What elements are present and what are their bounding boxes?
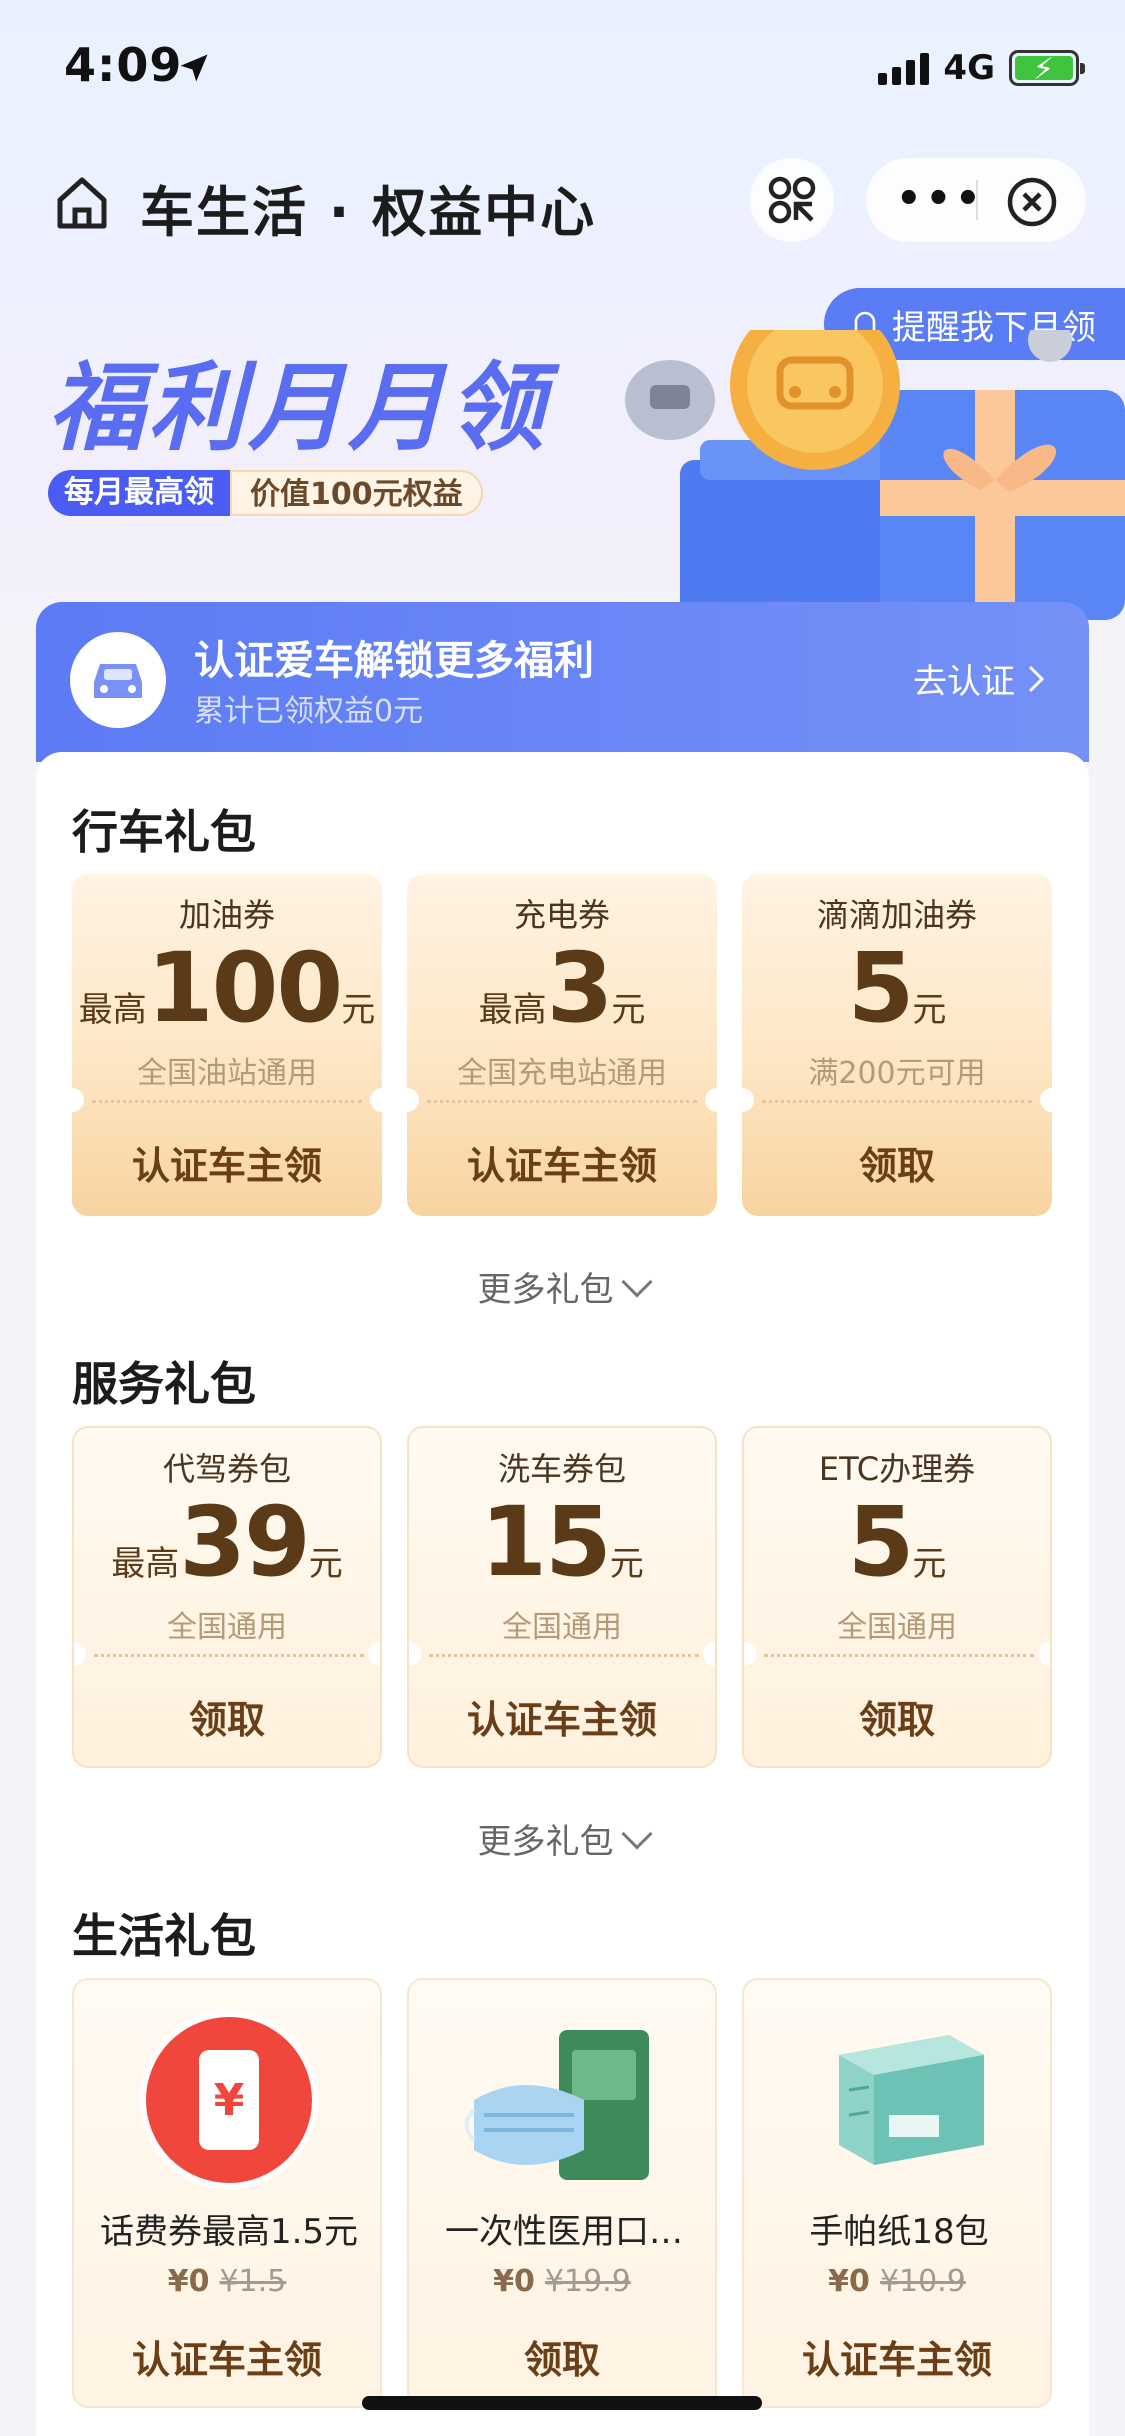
page-title: 车生活 · 权益中心 <box>140 181 597 244</box>
chevron-down-icon <box>620 1818 653 1850</box>
banner-value: 价值100元权益 <box>230 470 483 516</box>
product-price: ¥0 ¥10.9 <box>828 2264 966 2299</box>
home-indicator <box>362 2396 762 2410</box>
coupon-action-button[interactable]: 领取 <box>74 1680 380 1760</box>
scan-button[interactable] <box>750 158 834 242</box>
svg-text:¥: ¥ <box>214 2075 245 2126</box>
more-options-icon[interactable]: ••• <box>896 176 985 222</box>
coupon-action-button[interactable]: 认证车主领 <box>72 1126 382 1206</box>
product-price: ¥0 ¥1.5 <box>167 2264 287 2299</box>
coupon-amount: 最高3元 <box>478 932 646 1044</box>
more-label: 更多礼包 <box>477 1270 614 1310</box>
scan-icon <box>768 176 816 224</box>
car-icon <box>94 664 142 698</box>
chevron-right-icon <box>1028 665 1045 692</box>
coupon-card[interactable]: 加油券 最高100元 全国油站通用 认证车主领 <box>72 874 382 1216</box>
coupon-name: 加油券 <box>178 896 275 934</box>
banner-subtitle: 每月最高领 价值100元权益 <box>48 470 483 516</box>
product-card[interactable]: 一次性医用口… ¥0 ¥19.9 领取 <box>407 1978 717 2408</box>
chevron-down-icon <box>620 1266 653 1298</box>
face-mask-icon <box>464 2010 664 2190</box>
coupon-name: 洗车券包 <box>497 1450 626 1488</box>
coupon-amount: 最高100元 <box>78 932 376 1044</box>
coupon-name: ETC办理券 <box>818 1450 976 1488</box>
coupon-amount: 15元 <box>480 1486 644 1598</box>
product-card[interactable]: ¥ 话费券最高1.5元 ¥0 ¥1.5 认证车主领 <box>72 1978 382 2408</box>
battery-charging-icon: ⚡ <box>1009 50 1085 87</box>
coupon-action-button[interactable]: 认证车主领 <box>407 1126 717 1206</box>
product-price: ¥0 ¥19.9 <box>493 2264 631 2299</box>
go-certify-label: 去认证 <box>913 662 1015 702</box>
coupon-card[interactable]: ETC办理券 5元 全国通用 领取 <box>742 1426 1052 1768</box>
coupon-card[interactable]: 洗车券包 15元 全国通用 认证车主领 <box>407 1426 717 1768</box>
mini-program-capsule: ••• <box>866 158 1086 242</box>
more-service-packages[interactable]: 更多礼包 <box>0 1814 1125 1863</box>
coupon-amount: 5元 <box>847 932 947 1044</box>
close-icon[interactable] <box>1006 176 1058 228</box>
product-action-button[interactable]: 认证车主领 <box>74 2322 380 2398</box>
home-icon[interactable] <box>50 170 114 234</box>
banner-title: 福利月月领 <box>48 352 548 464</box>
product-name: 一次性医用口… <box>445 2212 683 2252</box>
coupon-desc: 全国通用 <box>502 1610 622 1645</box>
status-bar: 4:09 4G ⚡ <box>0 0 1125 140</box>
product-name: 手帕纸18包 <box>809 2212 989 2252</box>
product-action-button[interactable]: 领取 <box>409 2322 715 2398</box>
coupon-name: 充电券 <box>513 896 610 934</box>
section-title-service: 服务礼包 <box>72 1357 256 1411</box>
coupon-desc: 全国通用 <box>837 1610 957 1645</box>
network-type: 4G <box>943 48 995 88</box>
coupon-card[interactable]: 滴滴加油券 5元 满200元可用 领取 <box>742 874 1052 1216</box>
coupon-desc: 全国充电站通用 <box>457 1056 667 1091</box>
more-driving-packages[interactable]: 更多礼包 <box>0 1262 1125 1311</box>
coupon-name: 代驾券包 <box>162 1450 291 1488</box>
tissue-box-icon <box>799 2010 999 2190</box>
section-title-driving: 行车礼包 <box>72 805 256 859</box>
coupon-amount: 最高39元 <box>111 1486 343 1598</box>
coupon-name: 滴滴加油券 <box>816 896 977 934</box>
coupon-action-button[interactable]: 领取 <box>744 1680 1050 1760</box>
product-action-button[interactable]: 认证车主领 <box>744 2322 1050 2398</box>
more-label: 更多礼包 <box>477 1822 614 1862</box>
banner-tag: 每月最高领 <box>48 470 230 516</box>
coupon-card[interactable]: 充电券 最高3元 全国充电站通用 认证车主领 <box>407 874 717 1216</box>
certify-car-banner[interactable]: 认证爱车解锁更多福利 累计已领权益0元 去认证 <box>36 602 1089 762</box>
coupon-desc: 全国油站通用 <box>137 1056 317 1091</box>
coupon-amount: 5元 <box>847 1486 947 1598</box>
section-title-life: 生活礼包 <box>72 1909 256 1963</box>
nav-bar: 车生活 · 权益中心 ••• <box>0 150 1125 250</box>
coupon-card[interactable]: 代驾券包 最高39元 全国通用 领取 <box>72 1426 382 1768</box>
coupon-action-button[interactable]: 认证车主领 <box>409 1680 715 1760</box>
signal-icon <box>878 51 930 85</box>
coupon-action-button[interactable]: 领取 <box>742 1126 1052 1206</box>
capsule-divider <box>976 180 978 220</box>
phone-bill-icon: ¥ <box>129 2010 329 2190</box>
product-card[interactable]: 手帕纸18包 ¥0 ¥10.9 认证车主领 <box>742 1978 1052 2408</box>
go-certify-button[interactable]: 去认证 <box>913 654 1045 703</box>
certify-title: 认证爱车解锁更多福利 <box>194 638 594 684</box>
status-time: 4:09 <box>64 38 183 92</box>
certify-subtitle: 累计已领权益0元 <box>194 694 424 729</box>
car-avatar <box>70 632 166 728</box>
gift-box-illustration <box>625 330 1125 620</box>
status-indicators: 4G ⚡ <box>878 48 1085 88</box>
location-arrow-icon <box>180 54 208 82</box>
coupon-desc: 满200元可用 <box>808 1056 986 1091</box>
product-name: 话费券最高1.5元 <box>99 2212 359 2252</box>
coupon-desc: 全国通用 <box>167 1610 287 1645</box>
